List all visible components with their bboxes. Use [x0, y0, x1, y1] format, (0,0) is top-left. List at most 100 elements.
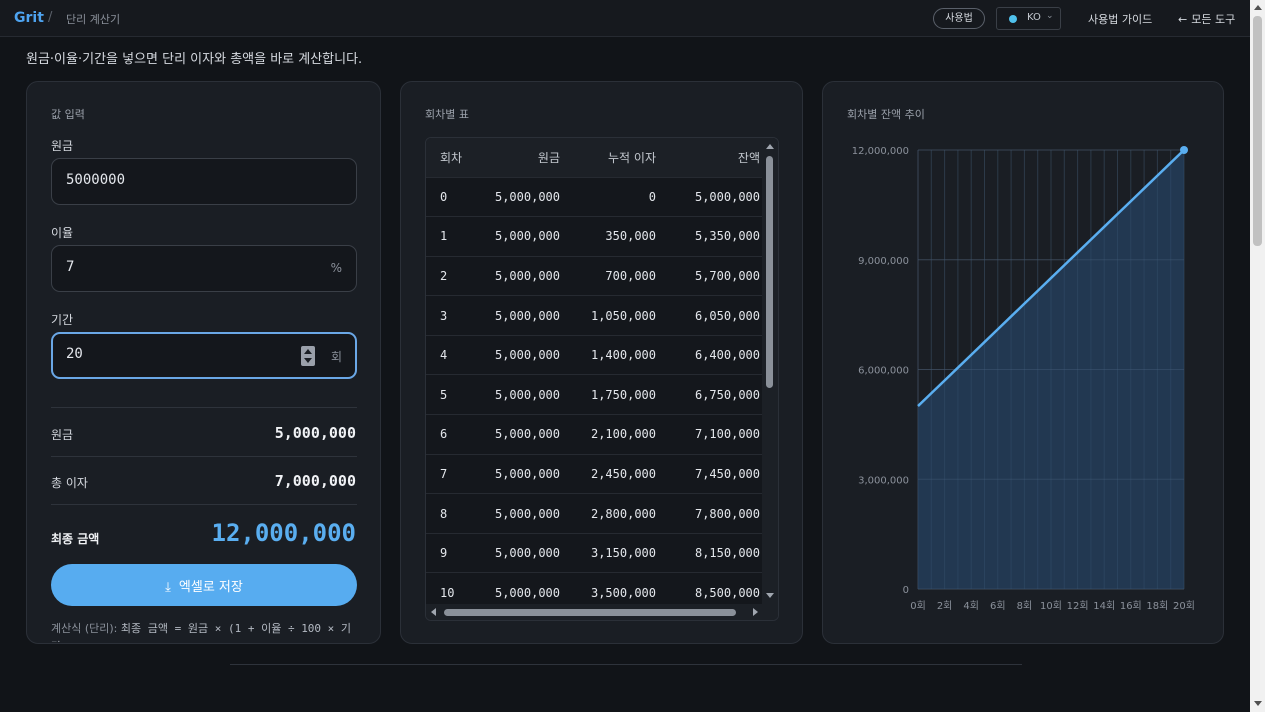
column-header: 잔액	[660, 138, 764, 177]
rate-input[interactable]	[66, 259, 296, 275]
table-cell: 5,000,000	[476, 532, 564, 573]
table-row: 3 5,000,000 1,050,000 6,050,000	[426, 295, 764, 336]
scrollbar-thumb[interactable]	[1253, 16, 1262, 246]
table-cell: 5,000,000	[476, 453, 564, 494]
final-amount-value: 12,000,000	[211, 519, 357, 547]
language-select[interactable]: KO ⌄	[996, 7, 1061, 30]
principal-input[interactable]	[66, 172, 296, 188]
stepper-down-icon[interactable]	[304, 358, 312, 363]
table-cell: 5,000,000	[476, 374, 564, 415]
y-tick-label: 0	[903, 585, 909, 596]
x-tick-label: 10회	[1040, 600, 1062, 612]
table-cell: 5,700,000	[660, 255, 764, 296]
table-body: 0 5,000,000 0 5,000,000 1 5,000,000 350,000 5,3…	[426, 176, 764, 613]
table-cell: 5,000,000	[476, 176, 564, 217]
scroll-up-icon[interactable]	[1254, 5, 1262, 10]
scrollbar-thumb[interactable]	[766, 156, 773, 388]
x-tick-label: 6회	[990, 600, 1006, 612]
y-tick-label: 3,000,000	[858, 475, 909, 486]
principal-label: 원금	[51, 139, 74, 153]
table-cell: 2,450,000	[564, 453, 660, 494]
table-row: 7 5,000,000 2,450,000 7,450,000	[426, 453, 764, 494]
table-row: 5 5,000,000 1,750,000 6,750,000	[426, 374, 764, 415]
period-label: 기간	[51, 313, 74, 327]
usage-guide-link[interactable]: 사용법 가이드	[1088, 11, 1152, 27]
scroll-down-icon[interactable]	[766, 593, 774, 598]
summary-interest-label: 총 이자	[51, 476, 88, 490]
top-bar: Grit / 단리 계산기 사용법 KO ⌄ 사용법 가이드 ← 모든 도구	[0, 0, 1250, 37]
x-tick-label: 18회	[1146, 600, 1168, 612]
schedule-table-container[interactable]: 회차 원금 누적 이자 잔액 0 5,000,000 0 5,000,000 1 5,00…	[425, 137, 779, 621]
period-unit: 회	[330, 350, 342, 364]
all-tools-link[interactable]: ← 모든 도구	[1178, 11, 1235, 27]
table-cell: 6,050,000	[660, 295, 764, 336]
breadcrumb: 단리 계산기	[66, 13, 121, 26]
table-cell: 5,000,000	[476, 414, 564, 455]
table-cell: 5,000,000	[476, 334, 564, 375]
all-tools-label: 모든 도구	[1191, 13, 1236, 26]
divider	[51, 456, 357, 457]
table-cell: 7,450,000	[660, 453, 764, 494]
summary-principal-value: 5,000,000	[274, 424, 356, 442]
globe-icon	[1009, 15, 1017, 23]
chart-card: 회차별 잔액 추이 0 3,000,000 6,000,000 9,000,000 12…	[822, 81, 1224, 644]
y-tick-label: 6,000,000	[858, 366, 909, 377]
table-cell: 350,000	[564, 216, 660, 257]
stepper-up-icon[interactable]	[304, 349, 312, 354]
usage-button[interactable]: 사용법	[933, 8, 985, 29]
table-cell: 5,000,000	[476, 295, 564, 336]
input-card: 값 입력 원금 이율 % 기간 회 원금 5,000,000 총 이자 7,00…	[26, 81, 381, 644]
period-input[interactable]	[66, 346, 296, 362]
export-excel-button[interactable]: ⤓ 엑셀로 저장	[51, 564, 357, 606]
x-tick-label: 4회	[963, 600, 979, 612]
table-cell: 6,400,000	[660, 334, 764, 375]
page-scrollbar[interactable]	[1250, 0, 1265, 712]
column-header: 누적 이자	[564, 138, 660, 177]
download-icon: ⤓	[165, 579, 171, 595]
x-tick-label: 8회	[1017, 600, 1033, 612]
table-cell: 7,800,000	[660, 493, 764, 534]
language-label: KO	[1027, 12, 1041, 23]
table-cell: 5	[426, 374, 476, 415]
table-horizontal-scrollbar[interactable]	[426, 604, 778, 620]
arrow-left-icon: ←	[1178, 13, 1188, 26]
table-cell: 3,150,000	[564, 532, 660, 573]
scroll-down-icon[interactable]	[1254, 701, 1262, 706]
data-point	[1180, 146, 1188, 154]
table-cell: 2	[426, 255, 476, 296]
scroll-left-icon[interactable]	[431, 608, 436, 616]
page-subtitle: 원금·이율·기간을 넣으면 단리 이자와 총액을 바로 계산합니다.	[26, 52, 363, 67]
rate-unit: %	[330, 261, 342, 275]
period-field[interactable]: 회	[51, 332, 357, 379]
table-cell: 6	[426, 414, 476, 455]
table-cell: 0	[564, 176, 660, 217]
table-row: 9 5,000,000 3,150,000 8,150,000	[426, 532, 764, 573]
period-stepper[interactable]	[301, 346, 315, 366]
x-tick-label: 0회	[910, 600, 926, 612]
table-cell: 7	[426, 453, 476, 494]
y-tick-label: 12,000,000	[852, 146, 909, 157]
scrollbar-thumb[interactable]	[444, 609, 736, 616]
table-row: 0 5,000,000 0 5,000,000	[426, 176, 764, 217]
logo[interactable]: Grit	[14, 10, 44, 26]
x-tick-label: 12회	[1067, 600, 1089, 612]
scroll-up-icon[interactable]	[766, 144, 774, 149]
y-tick-label: 9,000,000	[858, 256, 909, 267]
table-cell: 8,150,000	[660, 532, 764, 573]
rate-field[interactable]: %	[51, 245, 357, 292]
table-cell: 8	[426, 493, 476, 534]
principal-field[interactable]	[51, 158, 357, 205]
column-header: 회차	[426, 138, 476, 177]
balance-chart: 0 3,000,000 6,000,000 9,000,000 12,000,000 0회…	[852, 146, 1195, 612]
schedule-table: 회차 원금 누적 이자 잔액 0 5,000,000 0 5,000,000 1 5,00…	[426, 138, 764, 613]
table-cell: 3	[426, 295, 476, 336]
final-amount-label: 최종 금액	[51, 532, 100, 546]
input-card-title: 값 입력	[51, 108, 85, 121]
export-excel-label: 엑셀로 저장	[178, 579, 243, 595]
footer-divider	[230, 664, 1022, 665]
table-cell: 7,100,000	[660, 414, 764, 455]
scroll-right-icon[interactable]	[753, 608, 758, 616]
table-vertical-scrollbar[interactable]	[762, 138, 778, 606]
table-cell: 700,000	[564, 255, 660, 296]
x-tick-label: 20회	[1173, 600, 1195, 612]
